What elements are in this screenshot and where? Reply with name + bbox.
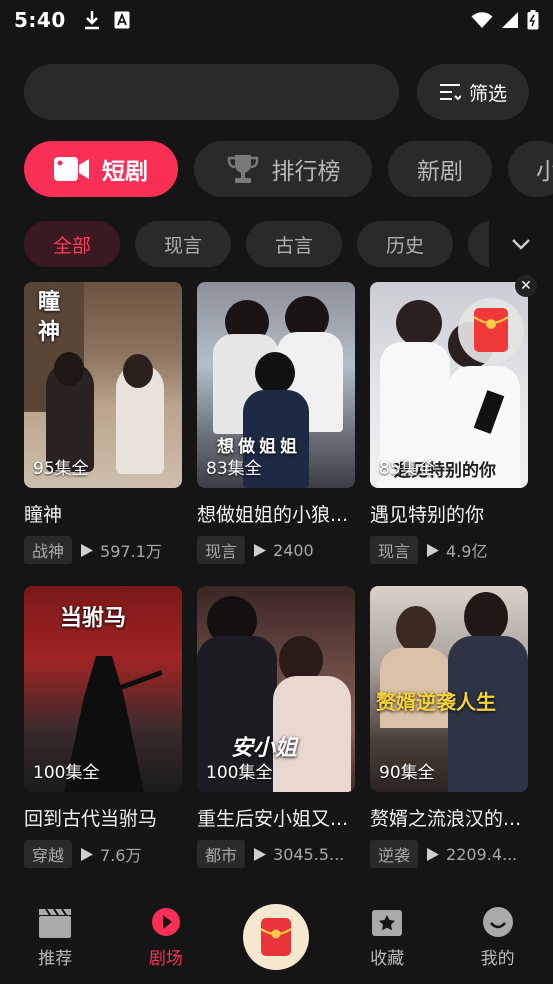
video-camera-icon (54, 157, 89, 181)
genre-filters: 全部 现言 古言 历史 (24, 221, 553, 267)
drama-cover[interactable]: 安小姐 100集全 (197, 586, 355, 792)
battery-icon (527, 10, 539, 30)
drama-cover[interactable]: 赘婿逆袭人生 90集全 (370, 586, 528, 792)
drama-title: 瞳神 (24, 504, 63, 526)
play-icon (81, 847, 94, 861)
play-icon (427, 543, 440, 557)
drama-title: 想做姐姐的小狼... (197, 504, 349, 526)
play-icon (254, 847, 267, 861)
genre-tag: 现言 (197, 536, 246, 564)
search-input[interactable] (24, 64, 399, 120)
reward-button[interactable] (243, 904, 310, 970)
episode-count: 85集全 (379, 459, 435, 479)
download-icon (84, 11, 99, 30)
drama-title: 赘婿之流浪汉的... (370, 808, 522, 830)
cover-title: 当驸马 (60, 606, 127, 631)
drama-grid: 瞳神 95集全 瞳神 战神 597.1万 想做姐姐 83集全 想做姐姐的小狼..… (24, 282, 529, 868)
episode-count: 90集全 (379, 763, 435, 783)
expand-genres-button[interactable] (489, 221, 553, 267)
wifi-icon (471, 12, 493, 28)
nav-favorites[interactable]: 收藏 (332, 890, 443, 984)
nav-label: 收藏 (370, 949, 405, 969)
filter-button[interactable]: 筛选 (417, 64, 529, 120)
play-count: 7.6万 (100, 846, 142, 865)
play-count: 2400 (273, 540, 314, 560)
play-count: 597.1万 (100, 542, 162, 561)
play-count: 2209.4... (446, 844, 518, 864)
play-icon (427, 847, 440, 861)
search-row: 筛选 (24, 64, 529, 120)
chevron-down-icon (512, 239, 530, 250)
tab-short-drama[interactable]: 短剧 (24, 141, 178, 197)
episode-count: 100集全 (33, 763, 100, 783)
genre-tag: 穿越 (24, 840, 73, 868)
smile-icon (482, 907, 513, 937)
genre-tag: 逆袭 (370, 840, 419, 868)
drama-card[interactable]: 瞳神 95集全 瞳神 战神 597.1万 (24, 282, 182, 564)
drama-title: 重生后安小姐又... (197, 808, 349, 830)
tab-label: 短剧 (102, 159, 148, 185)
genre-all[interactable]: 全部 (24, 221, 120, 267)
nav-theater[interactable]: 剧场 (111, 890, 222, 984)
floating-red-envelope[interactable]: ✕ (455, 275, 537, 371)
bookmark-star-icon (372, 910, 403, 936)
status-time: 5:40 (14, 8, 66, 32)
filter-label: 筛选 (468, 82, 507, 105)
tab-more[interactable]: 小 (508, 141, 553, 197)
font-icon (114, 11, 130, 29)
play-count: 4.9亿 (446, 542, 488, 561)
drama-cover[interactable]: 想做姐姐 83集全 (197, 282, 355, 488)
genre-label: 现言 (163, 234, 202, 257)
clapperboard-icon (39, 908, 72, 938)
episode-count: 83集全 (206, 459, 262, 479)
status-bar: 5:40 (0, 0, 553, 40)
genre-history[interactable]: 历史 (357, 221, 453, 267)
signal-icon (502, 12, 518, 28)
genre-label: 历史 (385, 234, 424, 257)
episode-count: 95集全 (33, 459, 89, 479)
episode-count: 100集全 (206, 763, 273, 783)
play-icon (81, 543, 94, 557)
genre-modern-romance[interactable]: 现言 (135, 221, 231, 267)
genre-tag: 战神 (24, 536, 73, 564)
drama-title: 回到古代当驸马 (24, 808, 158, 830)
play-count: 3045.5... (273, 844, 345, 864)
nav-label: 推荐 (38, 949, 73, 969)
filter-icon (439, 84, 461, 101)
red-envelope-icon (260, 918, 293, 956)
drama-card[interactable]: 安小姐 100集全 重生后安小姐又... 都市 3045.5... (197, 586, 355, 868)
cover-title: 赘婿逆袭人生 (376, 690, 496, 714)
nav-center (221, 890, 332, 984)
drama-cover[interactable]: 当驸马 100集全 (24, 586, 182, 792)
tab-label: 排行榜 (271, 159, 341, 185)
genre-tag: 现言 (370, 536, 419, 564)
genre-ancient-romance[interactable]: 古言 (246, 221, 342, 267)
nav-mine[interactable]: 我的 (442, 890, 553, 984)
nav-label: 我的 (480, 949, 515, 969)
genre-tag: 都市 (197, 840, 246, 868)
category-tabs: 短剧 排行榜 新剧 小 (24, 141, 553, 197)
tab-new[interactable]: 新剧 (388, 141, 492, 197)
red-envelope-icon (458, 298, 524, 364)
drama-card[interactable]: 赘婿逆袭人生 90集全 赘婿之流浪汉的... 逆袭 2209.4... (370, 586, 528, 868)
bottom-nav: 推荐 剧场 收藏 我的 (0, 890, 553, 984)
drama-title: 遇见特别的你 (370, 504, 485, 526)
cover-title: 瞳神 (38, 290, 61, 345)
trophy-icon (227, 155, 258, 183)
drama-cover[interactable]: 瞳神 95集全 (24, 282, 182, 488)
genre-label: 古言 (274, 234, 313, 257)
tab-label: 小 (536, 159, 553, 185)
play-icon (254, 543, 267, 557)
nav-recommend[interactable]: 推荐 (0, 890, 111, 984)
close-icon[interactable]: ✕ (515, 275, 537, 297)
play-circle-icon (151, 908, 180, 936)
drama-card[interactable]: 想做姐姐 83集全 想做姐姐的小狼... 现言 2400 (197, 282, 355, 564)
tab-ranking[interactable]: 排行榜 (194, 141, 372, 197)
tab-label: 新剧 (417, 159, 463, 185)
nav-label: 剧场 (148, 949, 183, 969)
genre-label: 全部 (52, 234, 91, 257)
drama-card[interactable]: 当驸马 100集全 回到古代当驸马 穿越 7.6万 (24, 586, 182, 868)
